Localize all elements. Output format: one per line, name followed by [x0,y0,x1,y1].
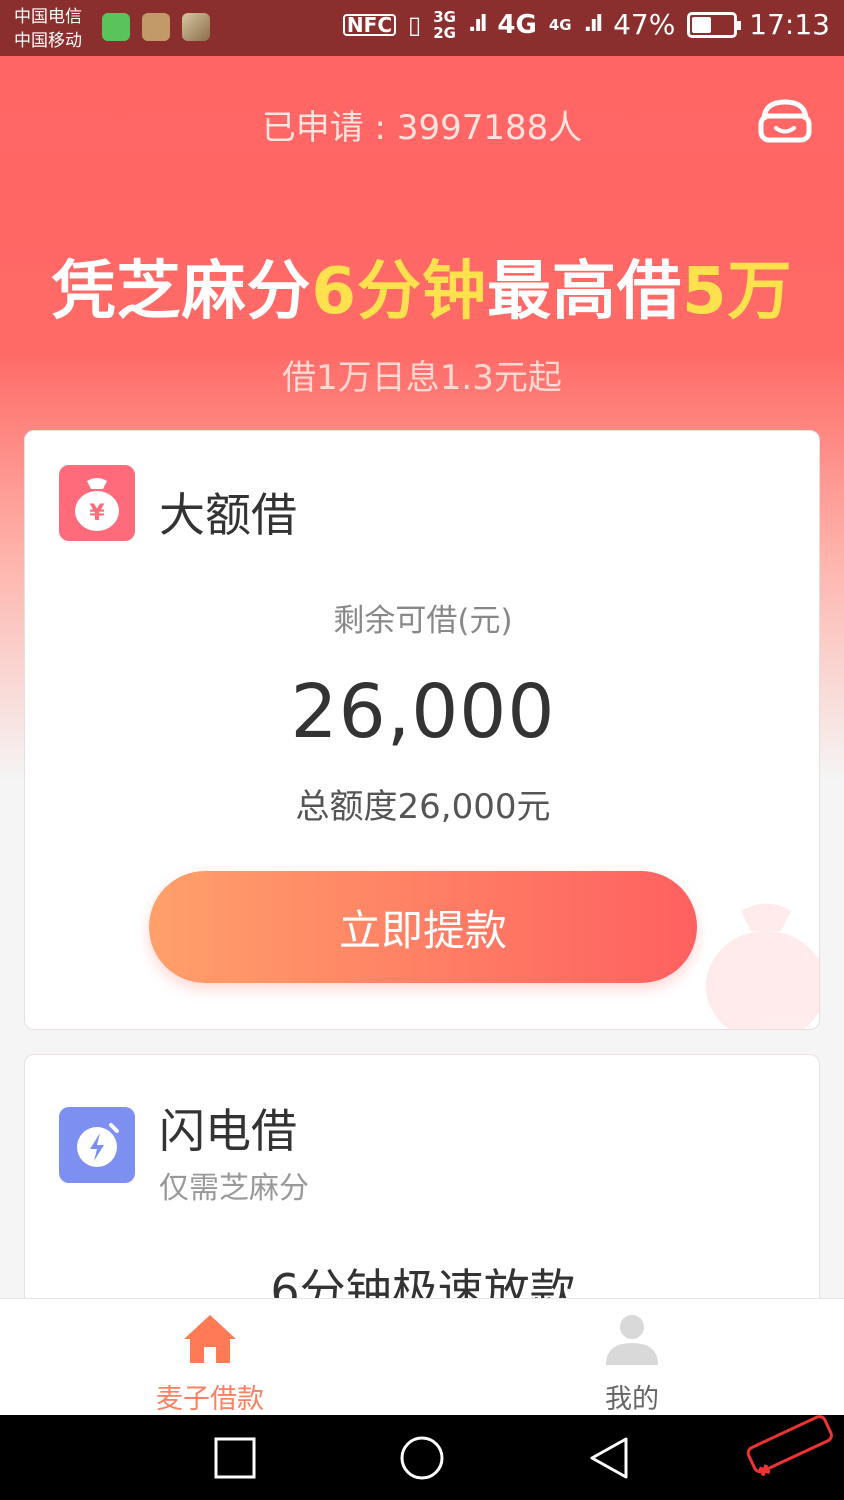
money-bag-watermark-icon [706,903,819,1029]
headline-highlight-2: 5万 [682,255,793,329]
wechat-icon [102,13,130,41]
customer-service-icon[interactable] [758,98,812,146]
flash-loan-title: 闪电借 [159,1104,297,1158]
headline-highlight-1: 6分钟 [311,255,487,329]
status-bar: 中国电信 中国移动 NFC ▯ 3G 2G .ıl 4G 4G .ıl 47% … [0,0,844,56]
svg-text:¥: ¥ [89,501,105,526]
carrier-1: 中国电信 [14,7,82,27]
applied-count: 已申请 : 3997188人 [261,108,583,148]
large-loan-title: 大额借 [159,488,297,542]
signal-icon-1: .ıl [467,12,488,37]
home-icon [184,1315,236,1363]
remaining-label: 剩余可借(元) [333,603,513,639]
interest-subline: 借1万日息1.3元起 [282,358,562,398]
site-logo-watermark [746,1415,833,1477]
back-triangle-icon[interactable] [586,1435,632,1481]
money-bag-icon: ¥ [59,465,135,541]
recent-apps-icon[interactable] [212,1435,258,1481]
headline: 凭芝麻分6分钟最高借5万 [0,240,844,332]
carrier-info: 中国电信 中国移动 [14,5,82,53]
user-icon [606,1315,658,1365]
lightning-icon [59,1107,135,1183]
headline-part2: 最高借 [487,255,682,329]
clock: 17:13 [749,8,830,41]
net-2g: 2G [433,23,456,42]
net-3g: 3G [433,7,456,26]
nav-mine-label: 我的 [605,1384,659,1415]
nav-item-mine[interactable]: 我的 [532,1299,732,1416]
system-nav-bar [0,1415,844,1500]
photo-icon [182,13,210,41]
battery-icon [687,11,742,38]
chat-icon [142,13,170,41]
carrier-2: 中国移动 [14,31,82,51]
nav-home-label: 麦子借款 [156,1384,264,1415]
remaining-amount: 26,000 [290,669,556,755]
nfc-icon: NFC [342,13,396,36]
bottom-nav: 麦子借款 我的 [0,1298,844,1415]
flash-loan-subtitle: 仅需芝麻分 [159,1171,309,1206]
vibrate-icon: ▯ [408,10,422,39]
signal-icon-2: .ıl [583,12,604,37]
headline-part1: 凭芝麻分 [51,255,312,329]
status-indicators: NFC ▯ 3G 2G .ıl 4G 4G .ıl 47% 17:13 [342,8,830,41]
notification-icons [102,13,210,41]
network-3g-2g: 3G 2G [433,9,456,41]
nav-item-home[interactable]: 麦子借款 [110,1299,310,1416]
total-credit: 总额度26,000元 [295,787,551,827]
battery-fill [692,16,712,33]
net-4g-b: 4G [548,15,572,34]
home-circle-icon[interactable] [399,1435,445,1481]
battery-percent: 47% [613,8,676,41]
withdraw-button[interactable]: 立即提款 [149,871,697,983]
net-4g-a: 4G [497,9,537,40]
large-loan-card: ¥ 大额借 剩余可借(元) 26,000 总额度26,000元 立即提款 [24,430,820,1030]
